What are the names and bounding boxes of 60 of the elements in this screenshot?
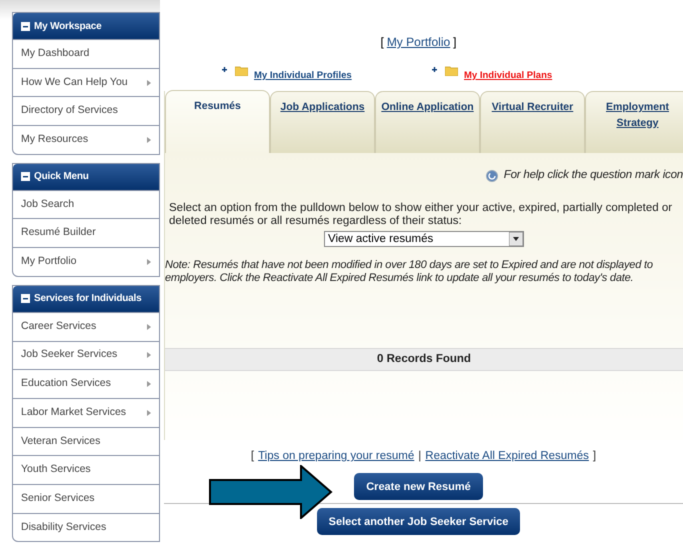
tab[interactable]: Employment Strategy [585, 91, 683, 153]
menu-item[interactable]: My Resources [13, 125, 159, 154]
bracket: [ [380, 34, 384, 51]
text-link[interactable]: Reactivate All Expired Resumés [425, 448, 589, 466]
folder-icon [235, 66, 248, 76]
menu-item[interactable]: Veteran Services [13, 426, 159, 456]
menu-item[interactable]: Career Services [13, 312, 159, 340]
dropdown-icon [509, 232, 523, 246]
tab[interactable]: Online Application [375, 91, 480, 153]
separator: | [418, 449, 422, 464]
tab[interactable]: Virtual Recruiter [480, 91, 585, 153]
minus-icon[interactable] [21, 294, 30, 304]
tab[interactable]: Resumés [165, 90, 270, 153]
menu-item[interactable]: How We Can Help You [13, 68, 159, 96]
text-link[interactable]: Tips on preparing your resumé [258, 448, 414, 466]
tab[interactable]: Job Applications [270, 91, 375, 153]
panel-header[interactable]: My Workspace [13, 13, 159, 39]
instructions-text: Select an option from the pulldown below to show either your active, expired, partially completed or deleted resumés or all resumés regardless of their status: [168, 202, 674, 228]
panel-title: Quick Menu [34, 170, 89, 184]
select-service-button[interactable]: Select another Job Seeker Service [316, 508, 520, 536]
chevron-icon [147, 324, 151, 330]
menu-item[interactable]: Job Search [13, 190, 159, 218]
bracket: ] [592, 449, 596, 464]
filter-select[interactable]: View active resumés [324, 231, 524, 248]
menu-item[interactable]: Job Seeker Services [13, 340, 159, 370]
note-text: Note: Resumés that have not been modified in over 180 days are set to Expired and are not displayed to employers. Click the Reactivate All Expired Resumés link to update all your resumés to today's date. [165, 259, 654, 286]
help-text: For help click the question mark icon [504, 168, 683, 183]
panel-header[interactable]: Quick Menu [13, 164, 159, 190]
bracket: [ [250, 449, 254, 464]
menu-item[interactable]: Youth Services [13, 455, 159, 484]
help-icon[interactable] [486, 170, 498, 182]
menu-item[interactable]: Labor Market Services [13, 398, 159, 427]
menu-item[interactable]: Resumé Builder [13, 218, 159, 248]
menu-item[interactable]: Senior Services [13, 484, 159, 513]
menu-item[interactable]: Education Services [13, 369, 159, 398]
chevron-icon [147, 136, 151, 143]
chevron-icon [147, 258, 151, 265]
chevron-icon [147, 381, 151, 388]
plus-icon[interactable] [430, 65, 439, 74]
panel-title: My Workspace [34, 20, 102, 34]
chevron-icon [147, 410, 151, 416]
minus-icon[interactable] [21, 172, 30, 182]
minus-icon[interactable] [21, 22, 30, 30]
menu-item[interactable]: Directory of Services [13, 96, 159, 126]
plus-icon[interactable] [220, 65, 229, 74]
menu-item[interactable]: My Portfolio [13, 247, 159, 276]
menu-item[interactable]: My Dashboard [13, 39, 159, 68]
bracket: ] [453, 34, 457, 51]
panel-header[interactable]: Services for Individuals [13, 286, 159, 312]
chevron-icon [147, 352, 151, 358]
panel-title: Services for Individuals [34, 292, 142, 306]
arrow-icon [209, 465, 333, 519]
folder-icon [445, 66, 458, 76]
folder-link[interactable]: My Individual Plans [464, 69, 552, 84]
records-header: 0 Records Found [165, 348, 683, 371]
create-resume-button[interactable]: Create new Resumé [354, 473, 483, 500]
menu-item[interactable]: Disability Services [13, 512, 159, 542]
portfolio-link[interactable]: My Portfolio [386, 33, 450, 65]
folder-link[interactable]: My Individual Profiles [254, 69, 352, 84]
chevron-icon [147, 80, 151, 86]
